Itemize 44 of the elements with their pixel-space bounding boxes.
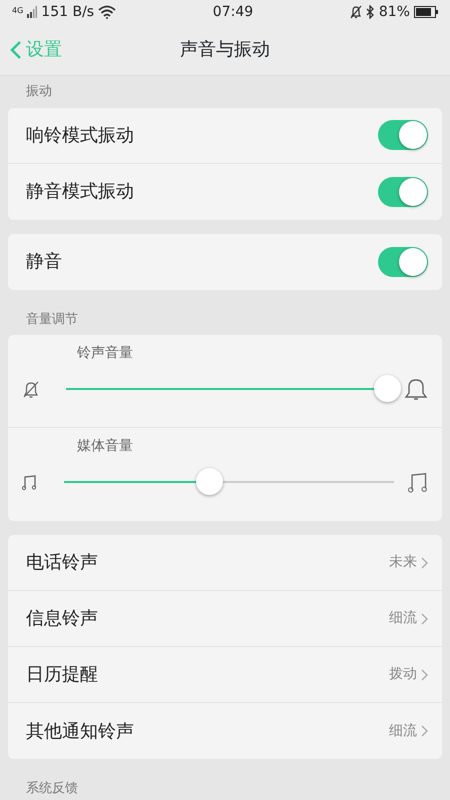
setting-value: 细流 (389, 722, 417, 740)
setting-label: 信息铃声 (26, 607, 98, 631)
settings-row[interactable]: 日历提醒 拨动 (8, 647, 442, 703)
slider-thumb[interactable] (374, 375, 401, 402)
chevron-right-icon (421, 612, 428, 624)
bell-icon (404, 377, 428, 401)
back-chevron-icon (10, 40, 22, 60)
setting-value: 细流 (389, 609, 417, 628)
music-note-icon (22, 474, 38, 490)
toggle-switch[interactable] (378, 176, 428, 206)
setting-value: 拨动 (389, 665, 417, 684)
chevron-right-icon (421, 668, 428, 680)
setting-label: 静音 (26, 250, 62, 274)
bluetooth-icon (366, 5, 375, 19)
chevron-right-icon (421, 725, 428, 737)
battery-percentage: 81% (378, 2, 410, 22)
toggle-switch[interactable] (378, 246, 428, 276)
settings-row[interactable]: 信息铃声 细流 (8, 591, 442, 647)
network-type-label: 4G (12, 4, 24, 16)
toggle-switch[interactable] (378, 120, 428, 150)
setting-label: 电话铃声 (26, 551, 98, 575)
muted-bell-icon (22, 380, 40, 398)
setting-label: 响铃模式振动 (26, 124, 134, 148)
network-speed: 151 B/s (41, 2, 94, 22)
setting-label: 日历提醒 (26, 663, 98, 687)
setting-value: 未来 (389, 553, 417, 572)
music-note-icon (408, 471, 428, 493)
battery-icon (414, 6, 438, 18)
muted-bell-icon (350, 5, 362, 19)
slider-label: 媒体音量 (77, 437, 134, 456)
section-label: 振动 (25, 83, 53, 101)
setting-label: 静音模式振动 (26, 180, 134, 204)
settings-row[interactable]: 其他通知铃声 细流 (8, 703, 442, 759)
section-label: 音量调节 (25, 310, 79, 328)
chevron-right-icon (421, 556, 428, 568)
setting-label: 其他通知铃声 (26, 720, 134, 744)
page-title: 声音与振动 (180, 39, 270, 60)
settings-row[interactable]: 电话铃声 未来 (8, 535, 442, 591)
clock: 07:49 (212, 2, 254, 22)
signal-icon (27, 6, 38, 18)
slider-label: 铃声音量 (77, 344, 134, 363)
section-label: 系统反馈 (25, 780, 79, 798)
slider-thumb[interactable] (196, 468, 224, 495)
wifi-icon (98, 5, 116, 19)
